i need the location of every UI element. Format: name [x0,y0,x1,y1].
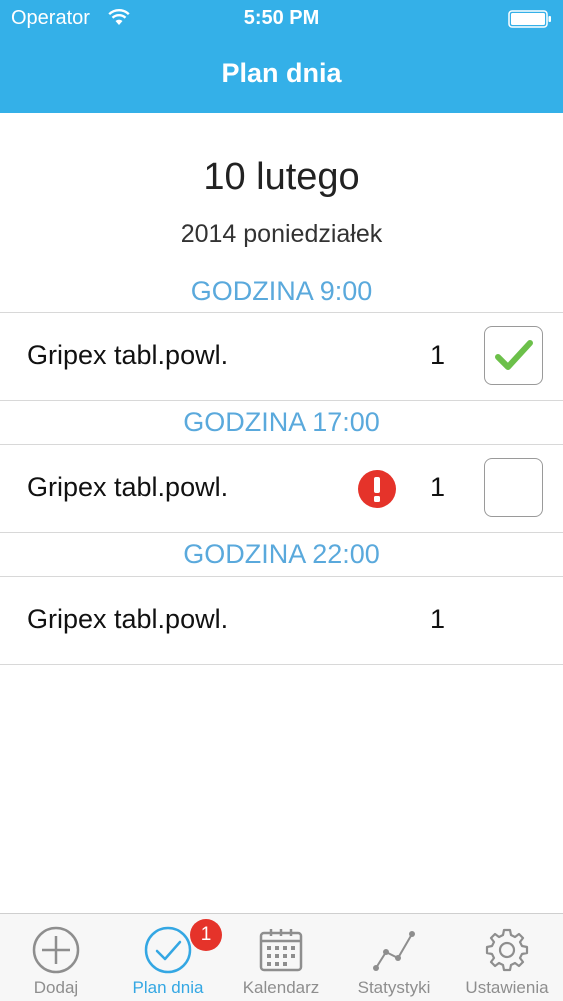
medication-quantity: 1 [430,604,446,634]
calendar-icon [259,929,303,972]
medication-row[interactable]: Gripex tabl.powl. 1 [0,444,563,533]
chart-line-icon [373,931,415,971]
medication-name: Gripex tabl.powl. [27,340,229,370]
tab-label: Ustawienia [465,978,549,997]
tab-bar: Dodaj Plan dnia Kalendarz Statystyki Ust… [0,913,563,1001]
check-circle-icon [144,926,192,974]
checkmark-icon [495,340,533,370]
date-main: 10 lutego [203,156,360,198]
tab-kalendarz[interactable]: Kalendarz [225,914,337,1001]
taken-checkbox[interactable] [484,326,543,385]
tab-ustawienia[interactable]: Ustawienia [451,914,563,1001]
medication-quantity: 1 [430,340,446,370]
medication-name: Gripex tabl.powl. [27,472,229,502]
tab-label: Dodaj [33,978,79,997]
medication-name: Gripex tabl.powl. [27,604,229,634]
section-header-22: GODZINA 22:00 [183,539,380,569]
tab-label: Statystyki [357,978,431,997]
section-header-9: GODZINA 9:00 [190,276,373,306]
page-title: Plan dnia [221,58,342,88]
tab-statystyki[interactable]: Statystyki [338,914,450,1001]
taken-checkbox[interactable] [484,458,543,517]
top-bar: Operator 5:50 PM Plan dnia [0,0,563,113]
medication-row[interactable]: Gripex tabl.powl. 1 [0,312,563,401]
tab-label: Kalendarz [242,978,320,997]
medication-quantity: 1 [430,472,446,502]
add-circle-icon [32,926,80,974]
tab-label: Plan dnia [132,978,204,997]
gear-icon [485,928,529,972]
alert-icon[interactable] [357,469,397,509]
section-header-17: GODZINA 17:00 [183,407,380,437]
battery-icon [508,10,552,34]
notification-badge: 1 [190,919,222,951]
status-time: 5:50 PM [243,7,320,29]
tab-dodaj[interactable]: Dodaj [0,914,112,1001]
medication-row[interactable]: Gripex tabl.powl. 1 [0,576,563,665]
status-bar: Operator 5:50 PM [0,0,563,38]
date-sub: 2014 poniedziałek [180,220,383,248]
